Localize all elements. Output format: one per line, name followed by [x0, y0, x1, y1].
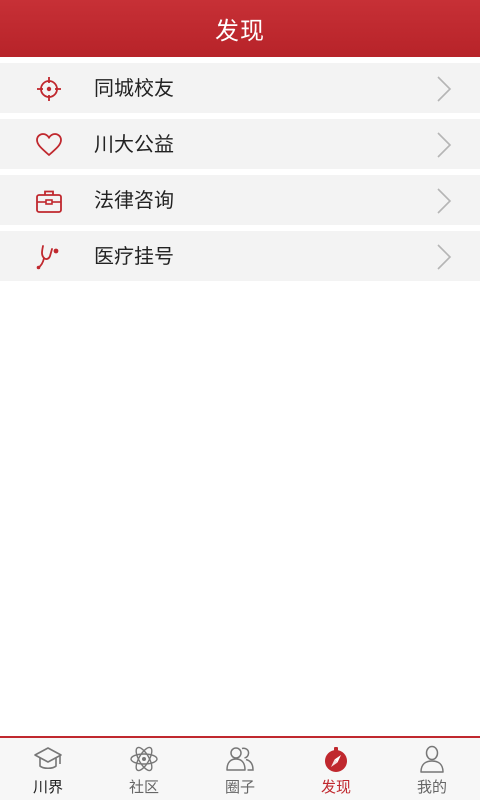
compass-icon: [325, 747, 347, 772]
graduation-cap-icon: [34, 747, 62, 770]
list-item-label: 法律咨询: [94, 188, 174, 212]
tab-shequ[interactable]: 社区: [96, 738, 192, 800]
chevron-right-icon: [437, 132, 452, 158]
briefcase-icon: [36, 190, 62, 213]
tab-chuanjie[interactable]: 川界: [0, 738, 96, 800]
tab-wode[interactable]: 我的: [384, 738, 480, 800]
tab-label: 我的: [416, 778, 447, 796]
tab-label: 圈子: [224, 778, 255, 796]
header-bar: 发现: [0, 0, 480, 57]
tab-label: 发现: [320, 778, 351, 796]
page-title: 发现: [215, 17, 265, 45]
list-item-label: 同城校友: [94, 76, 174, 100]
chevron-right-icon: [437, 244, 452, 270]
bottom-tab-bar: 川界 社区 圈子 发现 我的: [0, 736, 480, 800]
list-item-falv-zixun[interactable]: 法律咨询: [0, 175, 480, 225]
list-item-chuanda-gongyi[interactable]: 川大公益: [0, 119, 480, 169]
atom-icon: [130, 746, 158, 772]
app-screen: 发现 同城校友 川大公益 法律咨询 医疗挂号 川界 社区 圈子 发现 我的: [0, 0, 480, 800]
heart-icon: [36, 133, 62, 156]
tab-quanzi[interactable]: 圈子: [192, 738, 288, 800]
chevron-right-icon: [437, 76, 452, 102]
tab-faxian[interactable]: 发现: [288, 738, 384, 800]
chevron-right-icon: [437, 188, 452, 214]
stethoscope-icon: [36, 245, 59, 270]
tab-label: 川界: [32, 778, 63, 796]
person-icon: [420, 745, 444, 773]
tab-label: 社区: [128, 778, 159, 796]
location-target-icon: [37, 77, 61, 101]
discover-list: 同城校友 川大公益 法律咨询 医疗挂号: [0, 57, 480, 281]
list-item-label: 医疗挂号: [94, 244, 174, 268]
list-item-tongcheng-xiaoyou[interactable]: 同城校友: [0, 63, 480, 113]
users-icon: [226, 747, 254, 771]
list-item-label: 川大公益: [94, 132, 174, 156]
list-item-yiliao-guahao[interactable]: 医疗挂号: [0, 231, 480, 281]
